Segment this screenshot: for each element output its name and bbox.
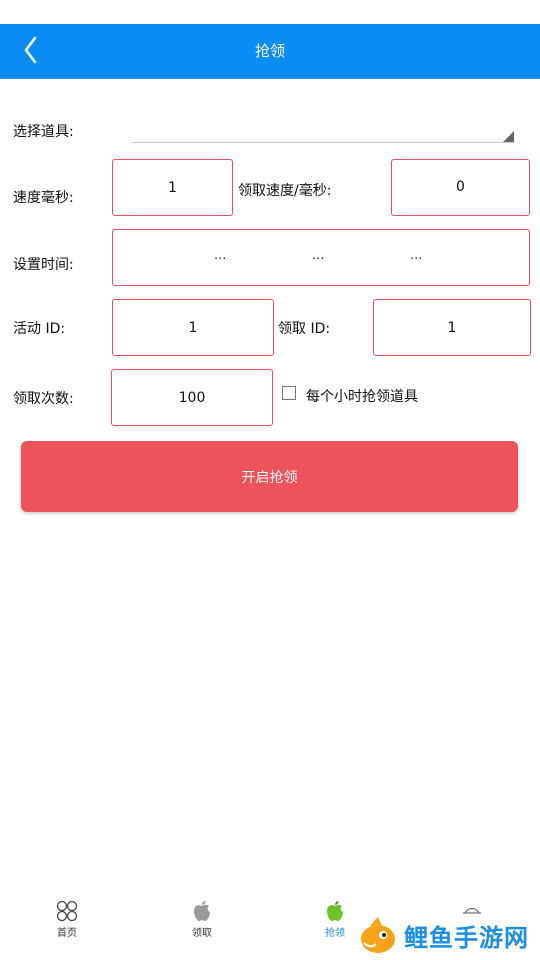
select-underline <box>132 142 515 143</box>
claim-speed-ms-label: 领取速度/毫秒: <box>238 183 332 199</box>
time-field-second[interactable]: ... <box>410 248 422 263</box>
claim-id-label: 领取 ID: <box>278 321 331 337</box>
hourly-checkbox-label: 每个小时抢领道具 <box>306 389 418 405</box>
apple-icon <box>194 901 210 921</box>
tab-home[interactable]: 首页 <box>27 899 107 939</box>
watermark: 鲤鱼手游网 <box>356 910 540 960</box>
fish-logo-icon <box>361 917 395 953</box>
watermark-text: 鲤鱼手游网 <box>404 924 529 952</box>
claim-id-input[interactable]: 1 <box>373 299 531 356</box>
tab-home-label: 首页 <box>57 928 77 939</box>
activity-id-input[interactable]: 1 <box>112 299 274 356</box>
grid-icon <box>56 900 78 922</box>
set-time-label: 设置时间: <box>13 257 74 273</box>
set-time-box: ... ... ... <box>112 229 530 286</box>
page-title: 抢领 <box>254 42 285 60</box>
activity-id-label: 活动 ID: <box>13 321 66 337</box>
app-header: 抢领 <box>0 24 540 79</box>
speed-ms-label: 速度毫秒: <box>13 190 74 206</box>
time-field-minute[interactable]: ... <box>312 248 324 263</box>
speed-ms-input[interactable]: 1 <box>112 159 233 216</box>
dropdown-triangle-icon <box>503 131 514 142</box>
select-item-label: 选择道具: <box>13 124 74 140</box>
time-field-hour[interactable]: ... <box>214 248 226 263</box>
claim-count-label: 领取次数: <box>13 391 74 407</box>
claim-speed-ms-input[interactable]: 0 <box>391 159 530 216</box>
status-bar <box>0 0 540 24</box>
tab-claim[interactable]: 领取 <box>162 899 242 939</box>
claim-count-input[interactable]: 100 <box>111 369 273 426</box>
start-grab-button[interactable]: 开启抢领 <box>21 441 518 512</box>
hourly-checkbox[interactable] <box>282 386 296 400</box>
green-apple-icon <box>327 901 343 921</box>
tab-claim-label: 领取 <box>192 928 212 939</box>
